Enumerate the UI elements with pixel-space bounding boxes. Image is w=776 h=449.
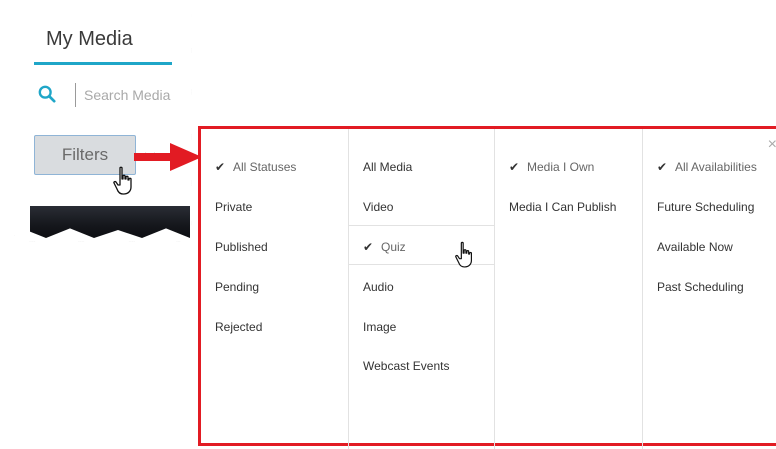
tab-my-media[interactable]: My Media: [46, 28, 133, 51]
tab-active-underline: [34, 62, 172, 65]
filter-option-available-now[interactable]: Available Now: [657, 240, 733, 254]
filter-option-all-media[interactable]: All Media: [363, 160, 412, 174]
check-icon: ✔: [215, 160, 226, 174]
filter-option-past-scheduling[interactable]: Past Scheduling: [657, 280, 744, 294]
check-icon: ✔: [509, 160, 520, 174]
check-icon: ✔: [363, 240, 374, 254]
option-label: Audio: [363, 280, 394, 294]
option-label: Future Scheduling: [657, 200, 755, 214]
hand-cursor-icon: [455, 241, 473, 268]
filter-option-future-scheduling[interactable]: Future Scheduling: [657, 200, 754, 214]
option-label: Rejected: [215, 320, 263, 334]
red-arrow-icon: [134, 143, 202, 171]
option-label: Past Scheduling: [657, 280, 744, 294]
status-column: ✔ All Statuses Private Published Pending…: [201, 129, 349, 449]
filter-option-pending[interactable]: Pending: [215, 280, 259, 294]
filter-option-published[interactable]: Published: [215, 240, 268, 254]
availability-column: ✔ All Availabilities Future Scheduling A…: [643, 129, 776, 449]
option-label: Image: [363, 320, 397, 334]
filter-option-all-statuses[interactable]: ✔ All Statuses: [215, 160, 296, 174]
filter-option-rejected[interactable]: Rejected: [215, 320, 262, 334]
filter-option-webcast-events[interactable]: Webcast Events: [363, 359, 449, 373]
media-type-column: All Media Video ✔ Quiz Audio Image Webca…: [349, 129, 495, 449]
option-label: Private: [215, 200, 253, 214]
search-icon[interactable]: [38, 85, 56, 103]
option-label: Pending: [215, 280, 260, 294]
option-label: All Media: [363, 160, 413, 174]
option-label: All Availabilities: [675, 160, 757, 174]
option-label: Quiz: [381, 240, 406, 254]
filter-option-audio[interactable]: Audio: [363, 280, 394, 294]
hand-cursor-icon: [113, 166, 132, 195]
ownership-column: ✔ Media I Own Media I Can Publish: [495, 129, 643, 449]
option-label: Media I Own: [527, 160, 595, 174]
filter-option-media-i-own[interactable]: ✔ Media I Own: [509, 160, 594, 174]
filter-option-all-availabilities[interactable]: ✔ All Availabilities: [657, 160, 757, 174]
search-separator: [75, 83, 76, 107]
option-label: Published: [215, 240, 268, 254]
filter-option-quiz[interactable]: ✔ Quiz: [363, 240, 406, 254]
option-label: Available Now: [657, 240, 733, 254]
option-label: Video: [363, 200, 394, 214]
filters-panel: × ✔ All Statuses Private Published Pendi…: [198, 126, 776, 449]
filters-button-label: Filters: [61, 145, 109, 164]
check-icon: ✔: [657, 160, 668, 174]
filter-option-media-i-can-publish[interactable]: Media I Can Publish: [509, 200, 616, 214]
filter-option-private[interactable]: Private: [215, 200, 252, 214]
filter-option-image[interactable]: Image: [363, 320, 396, 334]
option-label: Media I Can Publish: [509, 200, 617, 214]
filter-option-video[interactable]: Video: [363, 200, 393, 214]
option-label: All Statuses: [233, 160, 297, 174]
option-label: Webcast Events: [363, 359, 450, 373]
search-input[interactable]: [84, 84, 184, 106]
